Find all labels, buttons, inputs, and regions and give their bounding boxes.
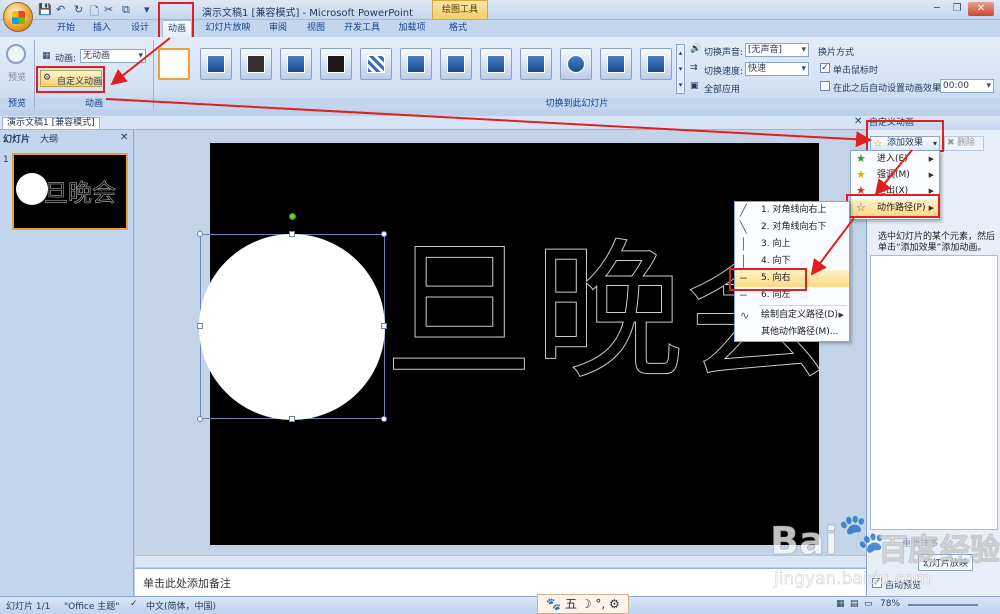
baidu-watermark: Bai 🐾 百度 经验 jingyan.baidu.com: [760, 505, 1000, 595]
watermark-url: jingyan.baidu.com: [774, 569, 931, 590]
arrow-add-to-path: [874, 149, 913, 196]
office-logo-icon: [12, 11, 25, 24]
zoom-slider[interactable]: [908, 604, 978, 606]
watermark-brand3: 经验: [940, 533, 1000, 569]
status-slide-info: 幻灯片 1/1: [6, 602, 51, 612]
watermark-brand2: 百度: [878, 533, 939, 569]
arrow-path-to-right: [810, 217, 855, 276]
spellcheck-icon: ✓: [130, 599, 138, 609]
zoom-level: 78%: [880, 599, 901, 609]
ime-toolbar[interactable]: 🐾 五 ☽ °, ⚙: [537, 594, 629, 614]
slideshow-view-icon[interactable]: ▭: [864, 599, 873, 609]
normal-view-icon[interactable]: ▦: [836, 599, 845, 609]
arrow-button-to-pane: [105, 98, 872, 148]
status-theme: "Office 主题": [64, 602, 120, 612]
arrow-tab-to-button: [110, 37, 171, 86]
office-button[interactable]: [3, 2, 33, 32]
status-language: 中文(简体，中国): [146, 602, 217, 612]
watermark-brand: Bai: [770, 519, 839, 564]
sorter-view-icon[interactable]: ▤: [850, 599, 859, 609]
